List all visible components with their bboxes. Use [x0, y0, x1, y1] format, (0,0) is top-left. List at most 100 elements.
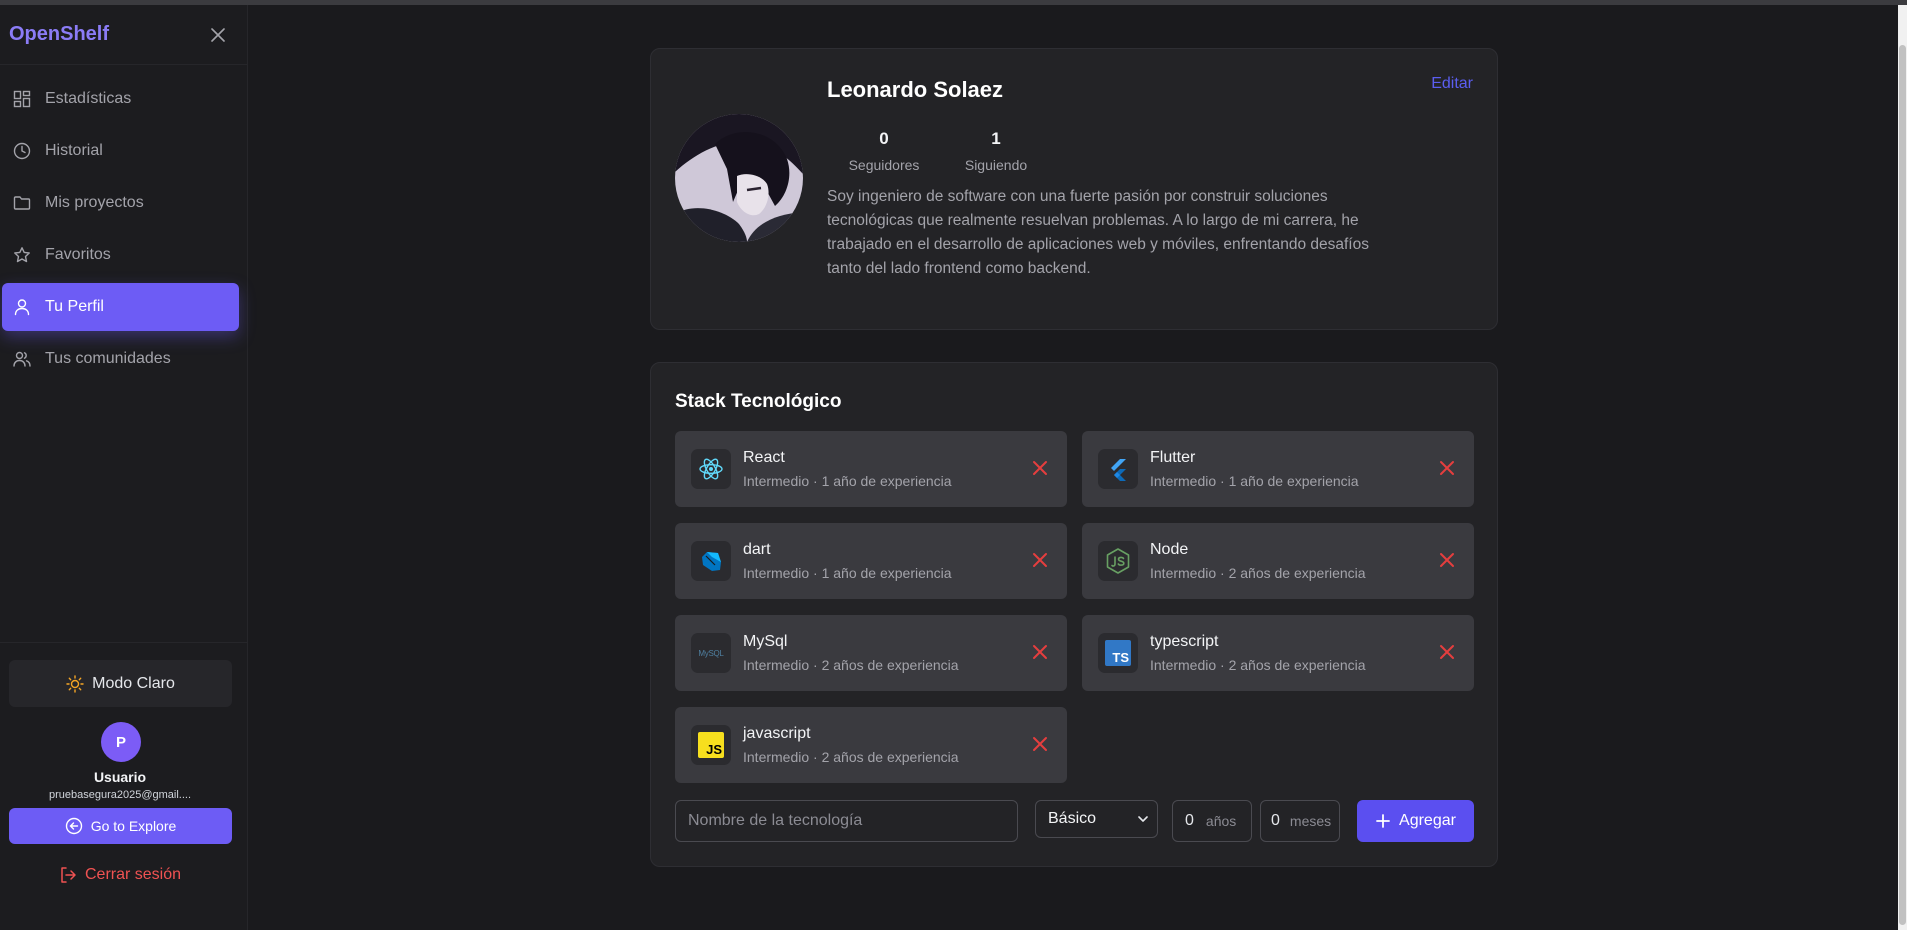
- dart-icon: [691, 541, 731, 581]
- months-value: 0: [1271, 812, 1280, 829]
- sidebar-item-estadisticas[interactable]: Estadísticas: [2, 75, 239, 123]
- followers-stat[interactable]: 0 Seguidores: [839, 129, 929, 173]
- scrollbar-thumb[interactable]: [1899, 45, 1906, 925]
- tech-description: Intermedio · 1 año de experiencia: [743, 565, 952, 581]
- sidebar-item-tus-comunidades[interactable]: Tus comunidades: [2, 335, 239, 383]
- user-email: pruebasegura2025@gmail....: [48, 789, 192, 801]
- profile-name: Leonardo Solaez: [827, 77, 1004, 102]
- sidebar-item-label: Tus comunidades: [45, 350, 171, 367]
- tech-name: Flutter: [1150, 449, 1196, 466]
- months-input[interactable]: 0 meses: [1260, 800, 1340, 842]
- nodejs-icon: [1098, 541, 1138, 581]
- delete-icon[interactable]: [1438, 643, 1456, 661]
- star-icon: [14, 247, 30, 263]
- profile-card: Leonardo Solaez Editar 0 Seguidores 1 Si…: [650, 48, 1498, 330]
- logout-label: Cerrar sesión: [84, 866, 182, 883]
- tech-item: JS javascript Intermedio · 2 años de exp…: [675, 707, 1067, 783]
- flutter-icon: [1098, 449, 1138, 489]
- add-tech-button[interactable]: Agregar: [1357, 800, 1474, 842]
- tech-description: Intermedio · 2 años de experiencia: [743, 657, 959, 673]
- years-input[interactable]: 0 años: [1172, 800, 1252, 842]
- sidebar-item-favoritos[interactable]: Favoritos: [2, 231, 239, 279]
- tech-description: Intermedio · 2 años de experiencia: [1150, 657, 1366, 673]
- followers-label: Seguidores: [848, 157, 920, 173]
- sidebar-item-mis-proyectos[interactable]: Mis proyectos: [2, 179, 239, 227]
- sidebar-item-label: Historial: [45, 142, 103, 159]
- sidebar-footer: Modo Claro P Usuario pruebasegura2025@gm…: [0, 642, 248, 930]
- tech-description: Intermedio · 2 años de experiencia: [743, 749, 959, 765]
- delete-icon[interactable]: [1031, 459, 1049, 477]
- react-icon: [691, 449, 731, 489]
- sidebar-nav: Estadísticas Historial Mis proyectos Fav…: [0, 65, 247, 383]
- profile-avatar: [675, 114, 803, 242]
- months-unit: meses: [1289, 813, 1332, 829]
- sidebar-item-label: Favoritos: [45, 246, 111, 263]
- chevron-down-icon: [1138, 816, 1148, 822]
- level-select[interactable]: Básico: [1035, 800, 1158, 838]
- tech-item: Node Intermedio · 2 años de experiencia: [1082, 523, 1474, 599]
- following-count: 1: [991, 129, 1001, 148]
- close-icon: [211, 27, 225, 42]
- following-stat[interactable]: 1 Siguiendo: [951, 129, 1041, 173]
- tech-description: Intermedio · 1 año de experiencia: [743, 473, 952, 489]
- tech-name: typescript: [1150, 633, 1219, 650]
- go-to-explore-button[interactable]: Go to Explore: [9, 808, 232, 844]
- sidebar-header: OpenShelf: [0, 5, 247, 65]
- plus-icon: [1376, 814, 1390, 828]
- following-label: Siguiendo: [964, 157, 1028, 173]
- years-value: 0: [1185, 812, 1194, 829]
- sun-icon: [66, 674, 84, 693]
- section-title: Stack Tecnológico: [675, 391, 842, 412]
- profile-photo: [675, 114, 803, 242]
- delete-icon[interactable]: [1438, 459, 1456, 477]
- user-icon: [14, 299, 30, 316]
- logout-icon: [61, 867, 76, 883]
- clock-icon: [13, 142, 31, 160]
- profile-bio: Soy ingeniero de software con una fuerte…: [827, 188, 1369, 277]
- logout-button[interactable]: Cerrar sesión: [0, 860, 240, 890]
- tech-item: MySQL MySql Intermedio · 2 años de exper…: [675, 615, 1067, 691]
- user-name: Usuario: [93, 769, 147, 785]
- typescript-icon: TS: [1098, 633, 1138, 673]
- tech-name-placeholder: Nombre de la tecnología: [688, 812, 863, 829]
- javascript-icon: JS: [691, 725, 731, 765]
- close-sidebar-button[interactable]: [207, 24, 229, 46]
- arrow-left-circle-icon: [65, 817, 82, 835]
- tech-item: dart Intermedio · 1 año de experiencia: [675, 523, 1067, 599]
- tech-item: Flutter Intermedio · 1 año de experienci…: [1082, 431, 1474, 507]
- folder-icon: [13, 196, 31, 210]
- users-icon: [13, 351, 31, 367]
- sidebar-item-label: Mis proyectos: [45, 194, 144, 211]
- tech-description: Intermedio · 1 año de experiencia: [1150, 473, 1359, 489]
- tech-description: Intermedio · 2 años de experiencia: [1150, 565, 1366, 581]
- tech-name: dart: [743, 541, 771, 558]
- go-to-explore-label: Go to Explore: [90, 818, 177, 834]
- theme-toggle-button[interactable]: Modo Claro: [9, 660, 232, 707]
- top-border: [0, 0, 1907, 5]
- tech-name: javascript: [743, 725, 811, 742]
- years-unit: años: [1205, 813, 1237, 829]
- sidebar-item-historial[interactable]: Historial: [2, 127, 239, 175]
- mysql-icon: MySQL: [691, 633, 731, 673]
- delete-icon[interactable]: [1031, 551, 1049, 569]
- followers-count: 0: [879, 129, 889, 148]
- tech-item: TS typescript Intermedio · 2 años de exp…: [1082, 615, 1474, 691]
- edit-profile-link[interactable]: Editar: [1431, 75, 1473, 93]
- tech-stack-card: Stack Tecnológico React Intermedio · 1 a…: [650, 362, 1498, 867]
- sidebar-item-tu-perfil[interactable]: Tu Perfil: [2, 283, 239, 331]
- add-tech-label: Agregar: [1399, 812, 1456, 829]
- brand-logo[interactable]: OpenShelf: [9, 23, 109, 46]
- tech-name-input[interactable]: Nombre de la tecnología: [675, 800, 1018, 842]
- sidebar: OpenShelf Estadísticas Historial Mis pro…: [0, 5, 248, 930]
- delete-icon[interactable]: [1031, 735, 1049, 753]
- level-selected-value: Básico: [1048, 810, 1097, 827]
- sidebar-item-label: Estadísticas: [45, 90, 132, 107]
- delete-icon[interactable]: [1438, 551, 1456, 569]
- tech-name: MySql: [743, 633, 788, 650]
- tech-name: Node: [1150, 541, 1189, 558]
- tech-item: React Intermedio · 1 año de experiencia: [675, 431, 1067, 507]
- avatar[interactable]: P: [101, 722, 141, 762]
- sidebar-item-label: Tu Perfil: [45, 298, 104, 315]
- delete-icon[interactable]: [1031, 643, 1049, 661]
- dashboard-icon: [13, 90, 31, 108]
